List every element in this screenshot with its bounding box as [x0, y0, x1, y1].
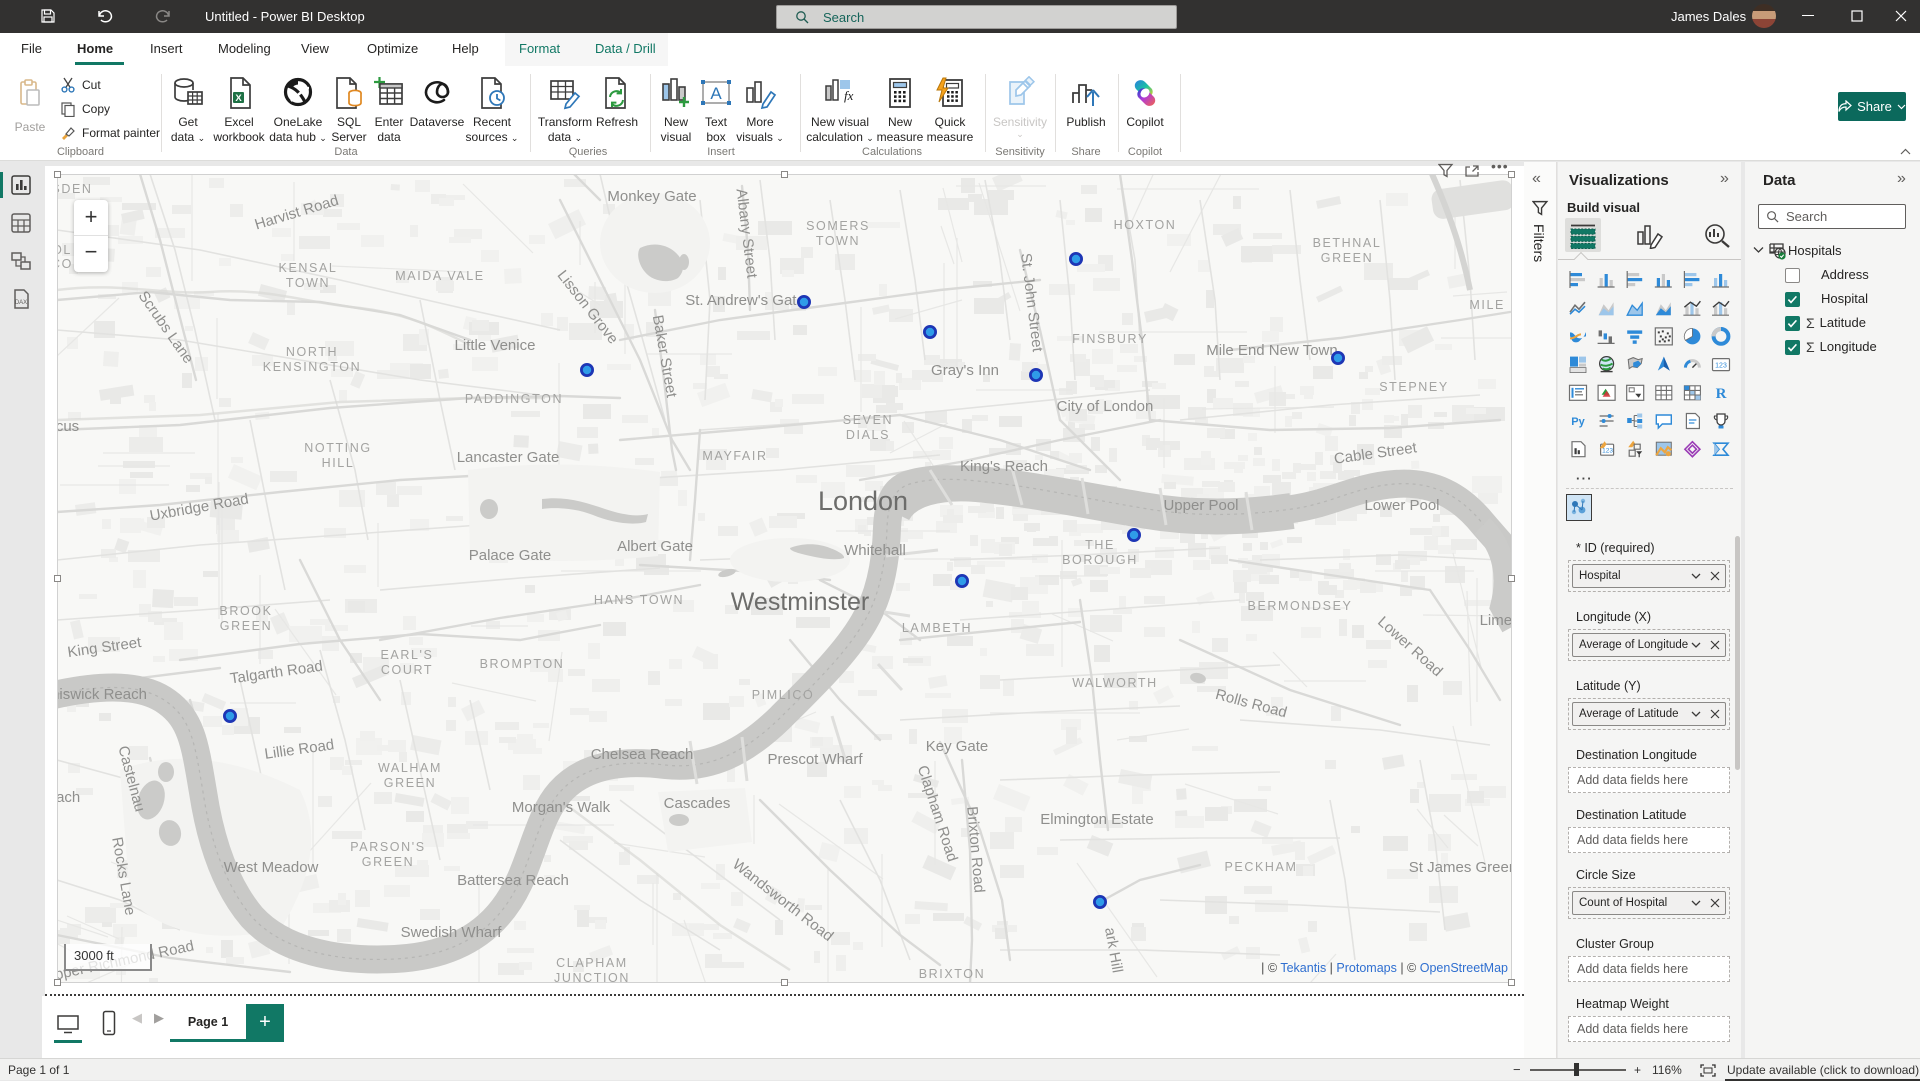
svg-text:A: A	[710, 84, 722, 103]
svg-text:DAX: DAX	[15, 300, 27, 306]
svg-text:123: 123	[1602, 448, 1613, 455]
svg-text:R: R	[1716, 386, 1727, 402]
svg-text:X: X	[235, 93, 242, 104]
svg-text:...: ...	[1576, 467, 1593, 482]
svg-text:Py: Py	[1571, 416, 1585, 428]
svg-text:123: 123	[1715, 363, 1727, 370]
svg-text:fx: fx	[844, 88, 854, 103]
